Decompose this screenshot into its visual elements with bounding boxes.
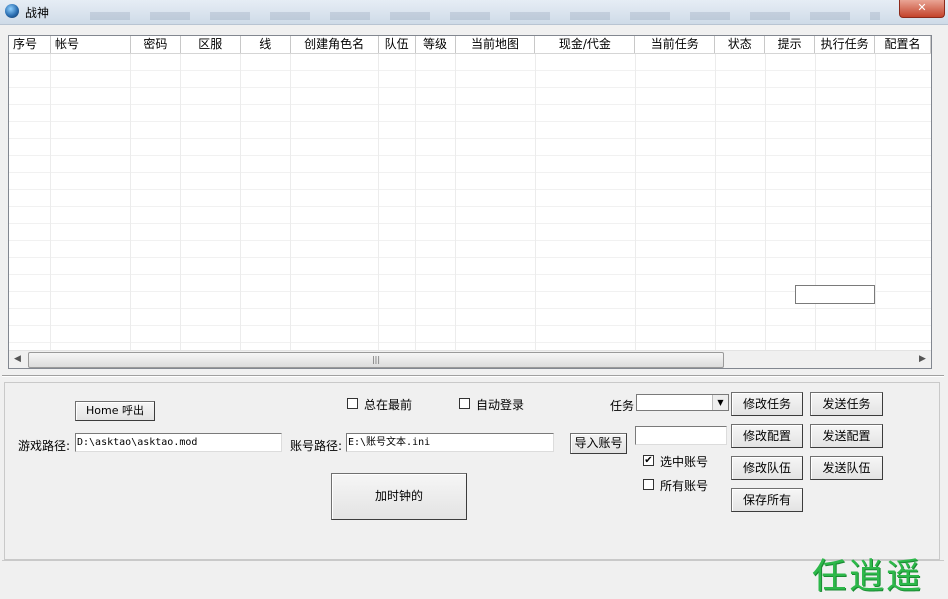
modify-task-button[interactable]: 修改任务 [731, 392, 803, 416]
status-bar [2, 560, 944, 595]
send-config-button[interactable]: 发送配置 [810, 424, 883, 448]
game-path-field[interactable]: D:\asktao\asktao.mod [75, 433, 282, 452]
modify-team-button[interactable]: 修改队伍 [731, 456, 803, 480]
always-on-top-label: 总在最前 [364, 398, 413, 412]
always-on-top-checkbox[interactable] [347, 398, 358, 409]
column-header[interactable]: 提示 [765, 36, 816, 53]
all-accounts-label: 所有账号 [660, 479, 709, 493]
selected-accounts-checkbox[interactable]: ✔ [643, 455, 654, 466]
column-header[interactable]: 创建角色名 [291, 36, 379, 53]
account-path-field[interactable]: E:\账号文本.ini [346, 433, 554, 452]
config-field[interactable] [635, 426, 727, 445]
taskbar-strip [90, 12, 880, 20]
column-header[interactable]: 等级 [416, 36, 456, 53]
account-table[interactable]: 序号 帐号 密码 区服线创建角色名 队伍 等级 当前地图 现金/代金 当前任务 状态 提示 执行任务配… [8, 35, 932, 369]
send-task-button[interactable]: 发送任务 [810, 392, 883, 416]
add-clock-button[interactable]: 加时钟的 [331, 473, 467, 520]
close-button[interactable]: ✕ [899, 0, 945, 18]
column-header[interactable]: 状态 [715, 36, 766, 53]
column-header[interactable]: 当前地图 [456, 36, 536, 53]
column-header[interactable]: 执行任务 [815, 36, 876, 53]
column-header[interactable]: 队伍 [379, 36, 416, 53]
column-header[interactable]: 帐号 [51, 36, 131, 53]
window-title: 战神 [25, 6, 50, 20]
all-accounts-checkbox[interactable] [643, 479, 654, 490]
task-select[interactable]: ▼ [636, 394, 729, 411]
import-accounts-button[interactable]: 导入账号 [570, 433, 627, 454]
auto-login-label: 自动登录 [476, 398, 525, 412]
modify-config-button[interactable]: 修改配置 [731, 424, 803, 448]
title-bar: 战神 ✕ [0, 0, 948, 25]
scroll-thumb[interactable]: ||| [28, 352, 724, 368]
auto-login-checkbox[interactable] [459, 398, 470, 409]
horizontal-scrollbar[interactable]: ◀ ||| ▶ [9, 350, 931, 368]
scroll-right-icon[interactable]: ▶ [914, 351, 931, 368]
column-header[interactable]: 线 [241, 36, 291, 53]
column-header[interactable]: 区服 [181, 36, 241, 53]
column-header[interactable]: 当前任务 [635, 36, 716, 53]
account-path-label: 账号路径: [290, 439, 343, 453]
selected-accounts-label: 选中账号 [660, 455, 709, 469]
send-team-button[interactable]: 发送队伍 [810, 456, 883, 480]
chevron-down-icon[interactable]: ▼ [712, 395, 728, 410]
column-header[interactable]: 配置名 [875, 36, 931, 53]
cell-editor[interactable] [795, 285, 875, 304]
save-all-button[interactable]: 保存所有 [731, 488, 803, 512]
column-header[interactable]: 现金/代金 [535, 36, 636, 53]
watermark-logo: 任逍遥 [812, 557, 924, 597]
app-icon [5, 4, 19, 18]
game-path-label: 游戏路径: [18, 439, 71, 453]
home-call-button[interactable]: Home 呼出 [75, 401, 155, 421]
scroll-left-icon[interactable]: ◀ [9, 351, 26, 368]
task-label: 任务 [610, 399, 635, 413]
column-header[interactable]: 序号 [9, 36, 51, 53]
table-header: 序号 帐号 密码 区服线创建角色名 队伍 等级 当前地图 现金/代金 当前任务 状态 提示 执行任务配… [9, 36, 931, 54]
column-header[interactable]: 密码 [131, 36, 181, 53]
divider [2, 375, 944, 377]
